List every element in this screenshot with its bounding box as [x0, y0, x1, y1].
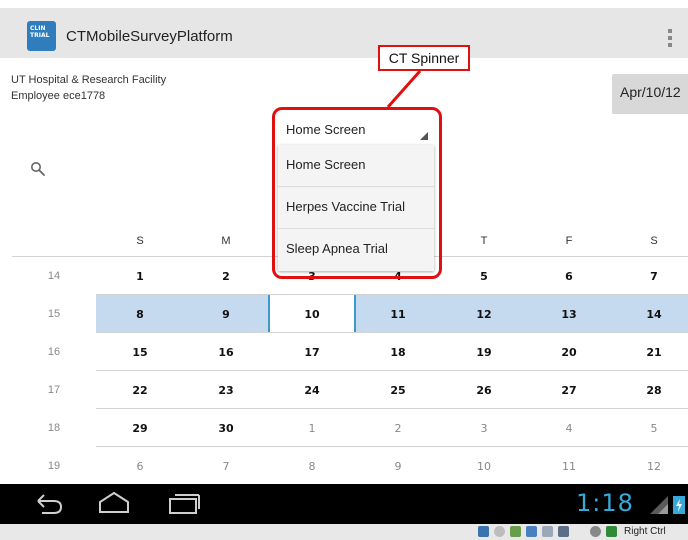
week-number: 16 — [47, 346, 61, 358]
vm-status-bar: Right Ctrl — [0, 524, 688, 540]
facility-name: UT Hospital & Research Facility — [11, 74, 167, 86]
calendar-day-cell[interactable]: 16 — [206, 346, 246, 359]
calendar-day-cell[interactable]: 30 — [206, 422, 246, 435]
network-icon[interactable] — [526, 526, 537, 537]
calendar-day-cell[interactable]: 10 — [464, 460, 504, 473]
overflow-menu-icon[interactable] — [664, 27, 676, 51]
calendar-day-cell[interactable]: 6 — [549, 270, 589, 283]
calendar-row-divider — [96, 408, 688, 409]
calendar-day-cell[interactable]: 19 — [464, 346, 504, 359]
calendar-day-cell[interactable]: 2 — [378, 422, 418, 435]
calendar-day-cell[interactable]: 6 — [120, 460, 160, 473]
calendar-day-cell[interactable]: 20 — [549, 346, 589, 359]
calendar-day-cell[interactable]: 18 — [378, 346, 418, 359]
week-number: 14 — [47, 270, 61, 282]
calendar-day-cell[interactable]: 24 — [292, 384, 332, 397]
calendar-day-cell[interactable]: 11 — [549, 460, 589, 473]
calendar-day-cell[interactable]: 8 — [120, 308, 160, 321]
calendar-day-cell[interactable]: 5 — [634, 422, 674, 435]
app-icon-text-top: CLIN — [30, 25, 46, 32]
annotation-highlight-box — [272, 107, 442, 279]
employee-id: Employee ece1778 — [11, 90, 106, 102]
calendar-day-cell[interactable]: 3 — [464, 422, 504, 435]
calendar-day-cell[interactable]: 9 — [206, 308, 246, 321]
week-number: 18 — [47, 422, 61, 434]
calendar-day-cell[interactable]: 12 — [634, 460, 674, 473]
day-header-mon: M — [221, 235, 231, 247]
cd-icon[interactable] — [494, 526, 505, 537]
home-icon[interactable] — [96, 484, 136, 524]
day-header-thu: T — [480, 235, 488, 247]
calendar-row-divider — [96, 294, 688, 295]
calendar-day-cell[interactable]: 21 — [634, 346, 674, 359]
action-bar: CLIN TRIAL CTMobileSurveyPlatform — [0, 8, 688, 58]
calendar-day-cell[interactable]: 10 — [292, 308, 332, 321]
calendar-day-cell[interactable]: 25 — [378, 384, 418, 397]
disk-icon[interactable] — [478, 526, 489, 537]
week-number: 15 — [47, 308, 61, 320]
back-icon[interactable] — [28, 484, 68, 524]
calendar-row-divider — [96, 332, 688, 333]
app-icon-text-bottom: TRIAL — [30, 32, 50, 39]
calendar-day-cell[interactable]: 28 — [634, 384, 674, 397]
battery-icon — [673, 496, 685, 514]
folder-icon[interactable] — [542, 526, 553, 537]
calendar-day-cell[interactable]: 7 — [206, 460, 246, 473]
calendar-day-cell[interactable]: 1 — [292, 422, 332, 435]
calendar-day-cell[interactable]: 1 — [120, 270, 160, 283]
arrow-icon[interactable] — [606, 526, 617, 537]
calendar-day-cell[interactable]: 9 — [378, 460, 418, 473]
status-clock: 1:18 — [576, 489, 634, 517]
recent-apps-icon[interactable] — [166, 484, 206, 524]
calendar-day-cell[interactable]: 7 — [634, 270, 674, 283]
date-picker-button[interactable]: Apr/10/12 — [612, 74, 688, 114]
calendar-day-cell[interactable]: 17 — [292, 346, 332, 359]
calendar-day-cell[interactable]: 8 — [292, 460, 332, 473]
calendar-day-cell[interactable]: 5 — [464, 270, 504, 283]
day-header-fri: F — [565, 235, 573, 247]
calendar-day-cell[interactable]: 23 — [206, 384, 246, 397]
system-nav-bar: 1:18 — [0, 484, 688, 524]
calendar-day-cell[interactable]: 15 — [120, 346, 160, 359]
signal-icon — [650, 496, 668, 514]
week-number: 17 — [47, 384, 61, 396]
mouse-icon[interactable] — [590, 526, 601, 537]
calendar-day-cell[interactable]: 12 — [464, 308, 504, 321]
week-number: 19 — [47, 460, 61, 472]
calendar-row-divider — [96, 446, 688, 447]
clin-trial-app-icon[interactable]: CLIN TRIAL — [27, 21, 56, 51]
calendar-day-cell[interactable]: 4 — [549, 422, 589, 435]
search-icon[interactable] — [30, 161, 46, 177]
calendar-day-cell[interactable]: 26 — [464, 384, 504, 397]
calendar-day-cell[interactable]: 13 — [549, 308, 589, 321]
display-icon[interactable] — [558, 526, 569, 537]
day-header-sun: S — [136, 235, 144, 247]
calendar-day-cell[interactable]: 29 — [120, 422, 160, 435]
day-header-sat: S — [650, 235, 658, 247]
annotation-label: CT Spinner — [378, 45, 470, 71]
calendar-day-cell[interactable]: 27 — [549, 384, 589, 397]
calendar-day-cell[interactable]: 22 — [120, 384, 160, 397]
calendar-day-cell[interactable]: 14 — [634, 308, 674, 321]
pen-icon[interactable] — [510, 526, 521, 537]
app-title: CTMobileSurveyPlatform — [66, 28, 233, 45]
calendar-day-cell[interactable]: 11 — [378, 308, 418, 321]
host-key-label: Right Ctrl — [624, 526, 666, 537]
calendar-day-cell[interactable]: 2 — [206, 270, 246, 283]
calendar-row-divider — [96, 370, 688, 371]
